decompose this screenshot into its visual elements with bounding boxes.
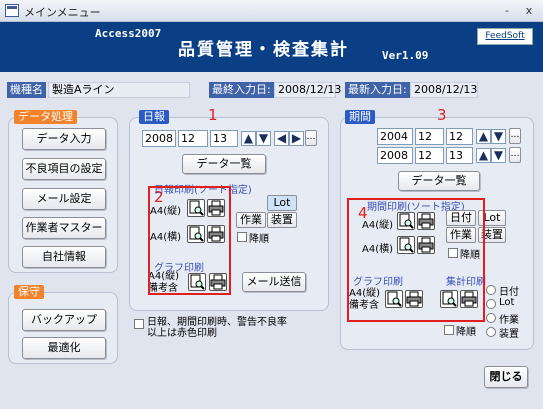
- worker-master-button[interactable]: 作業者マスター: [22, 217, 106, 239]
- period-to-year-field[interactable]: 2008: [377, 147, 413, 164]
- daily-title: 日報: [139, 110, 169, 124]
- close-window-button[interactable]: x: [521, 3, 537, 19]
- latest-input-value: 2008/12/13: [410, 82, 478, 98]
- period-from-more-button[interactable]: …: [509, 128, 521, 144]
- daily-left-arrow-icon[interactable]: ◀: [274, 131, 289, 146]
- red-print-note: 日報、期間印刷時、警告不良率 以上は赤色印刷: [147, 317, 287, 339]
- backup-button[interactable]: バックアップ: [22, 309, 106, 331]
- period-to-day-field[interactable]: 13: [446, 147, 473, 164]
- agg-desc-checkbox[interactable]: [444, 325, 454, 335]
- app-icon: [5, 4, 19, 17]
- mail-send-button[interactable]: メール送信: [242, 272, 306, 292]
- daily-year-field[interactable]: 2008: [142, 130, 176, 147]
- period-from-day-field[interactable]: 12: [446, 128, 473, 145]
- period-from-month-field[interactable]: 12: [415, 128, 444, 145]
- daily-month-field[interactable]: 12: [178, 130, 208, 147]
- app-header: Access2007 品質管理・検査集計 Ver1.09 FeedSoft: [0, 22, 543, 72]
- daily-list-button[interactable]: データ一覧: [182, 154, 266, 174]
- data-entry-button[interactable]: データ入力: [22, 128, 106, 150]
- optimize-button[interactable]: 最適化: [22, 337, 106, 359]
- marker-4: 4: [358, 204, 368, 222]
- mail-settings-button[interactable]: メール設定: [22, 188, 106, 210]
- highlight-box-4: [347, 198, 485, 322]
- daily-day-field[interactable]: 13: [210, 130, 238, 147]
- period-list-button[interactable]: データ一覧: [398, 171, 480, 191]
- defect-settings-button[interactable]: 不良項目の設定: [22, 158, 106, 180]
- daily-right-arrow-icon[interactable]: ▶: [289, 131, 304, 146]
- maintenance-title: 保守: [14, 285, 44, 299]
- marker-3: 3: [437, 106, 447, 124]
- marker-1: 1: [208, 106, 218, 124]
- machine-value: 製造Aライン: [48, 82, 190, 98]
- period-from-down-arrow-icon[interactable]: ▼: [491, 129, 506, 144]
- last-input-label: 最終入力日:: [209, 82, 274, 98]
- red-print-checkbox[interactable]: [134, 319, 144, 329]
- feedsoft-label: FeedSoft: [485, 31, 525, 41]
- minimize-button[interactable]: -: [499, 3, 515, 19]
- daily-sort-device-button[interactable]: 装置: [267, 212, 297, 228]
- daily-down-arrow-icon[interactable]: ▼: [256, 131, 271, 146]
- period-to-down-arrow-icon[interactable]: ▼: [491, 148, 506, 163]
- agg-date-radio[interactable]: [486, 285, 496, 295]
- agg-device-label: 装置: [499, 329, 519, 340]
- last-input-value: 2008/12/13: [274, 82, 341, 98]
- daily-desc-checkbox[interactable]: [237, 232, 247, 242]
- brand-label: Access2007: [95, 27, 162, 40]
- daily-sort-work-button[interactable]: 作業: [236, 212, 266, 228]
- agg-lot-radio[interactable]: [486, 299, 496, 309]
- agg-device-radio[interactable]: [486, 327, 496, 337]
- period-to-more-button[interactable]: …: [509, 147, 521, 163]
- period-title: 期間: [345, 110, 375, 124]
- feedsoft-link[interactable]: FeedSoft: [477, 28, 533, 45]
- daily-up-arrow-icon[interactable]: ▲: [241, 131, 256, 146]
- agg-work-radio[interactable]: [486, 313, 496, 323]
- company-info-button[interactable]: 自社情報: [22, 246, 106, 268]
- window-title: メインメニュー: [24, 6, 101, 19]
- marker-2: 2: [154, 188, 164, 206]
- period-to-up-arrow-icon[interactable]: ▲: [476, 148, 491, 163]
- daily-more-button[interactable]: …: [305, 130, 317, 146]
- period-from-up-arrow-icon[interactable]: ▲: [476, 129, 491, 144]
- machine-label: 機種名: [7, 82, 46, 98]
- agg-lot-label: Lot: [499, 297, 515, 308]
- period-to-month-field[interactable]: 12: [415, 147, 444, 164]
- data-processing-title: データ処理: [14, 110, 77, 124]
- agg-work-label: 作業: [499, 315, 519, 326]
- latest-input-label: 最新入力日:: [345, 82, 410, 98]
- agg-desc-label: 降順: [456, 327, 476, 338]
- daily-sort-lot-button[interactable]: Lot: [267, 195, 297, 211]
- version-label: Ver1.09: [382, 49, 429, 62]
- agg-date-label: 日付: [499, 287, 519, 298]
- title-bar: メインメニュー - x: [0, 0, 543, 22]
- page-title: 品質管理・検査集計: [178, 40, 349, 60]
- period-from-year-field[interactable]: 2004: [377, 128, 413, 145]
- close-button[interactable]: 閉じる: [484, 366, 528, 388]
- daily-desc-label: 降順: [249, 234, 269, 245]
